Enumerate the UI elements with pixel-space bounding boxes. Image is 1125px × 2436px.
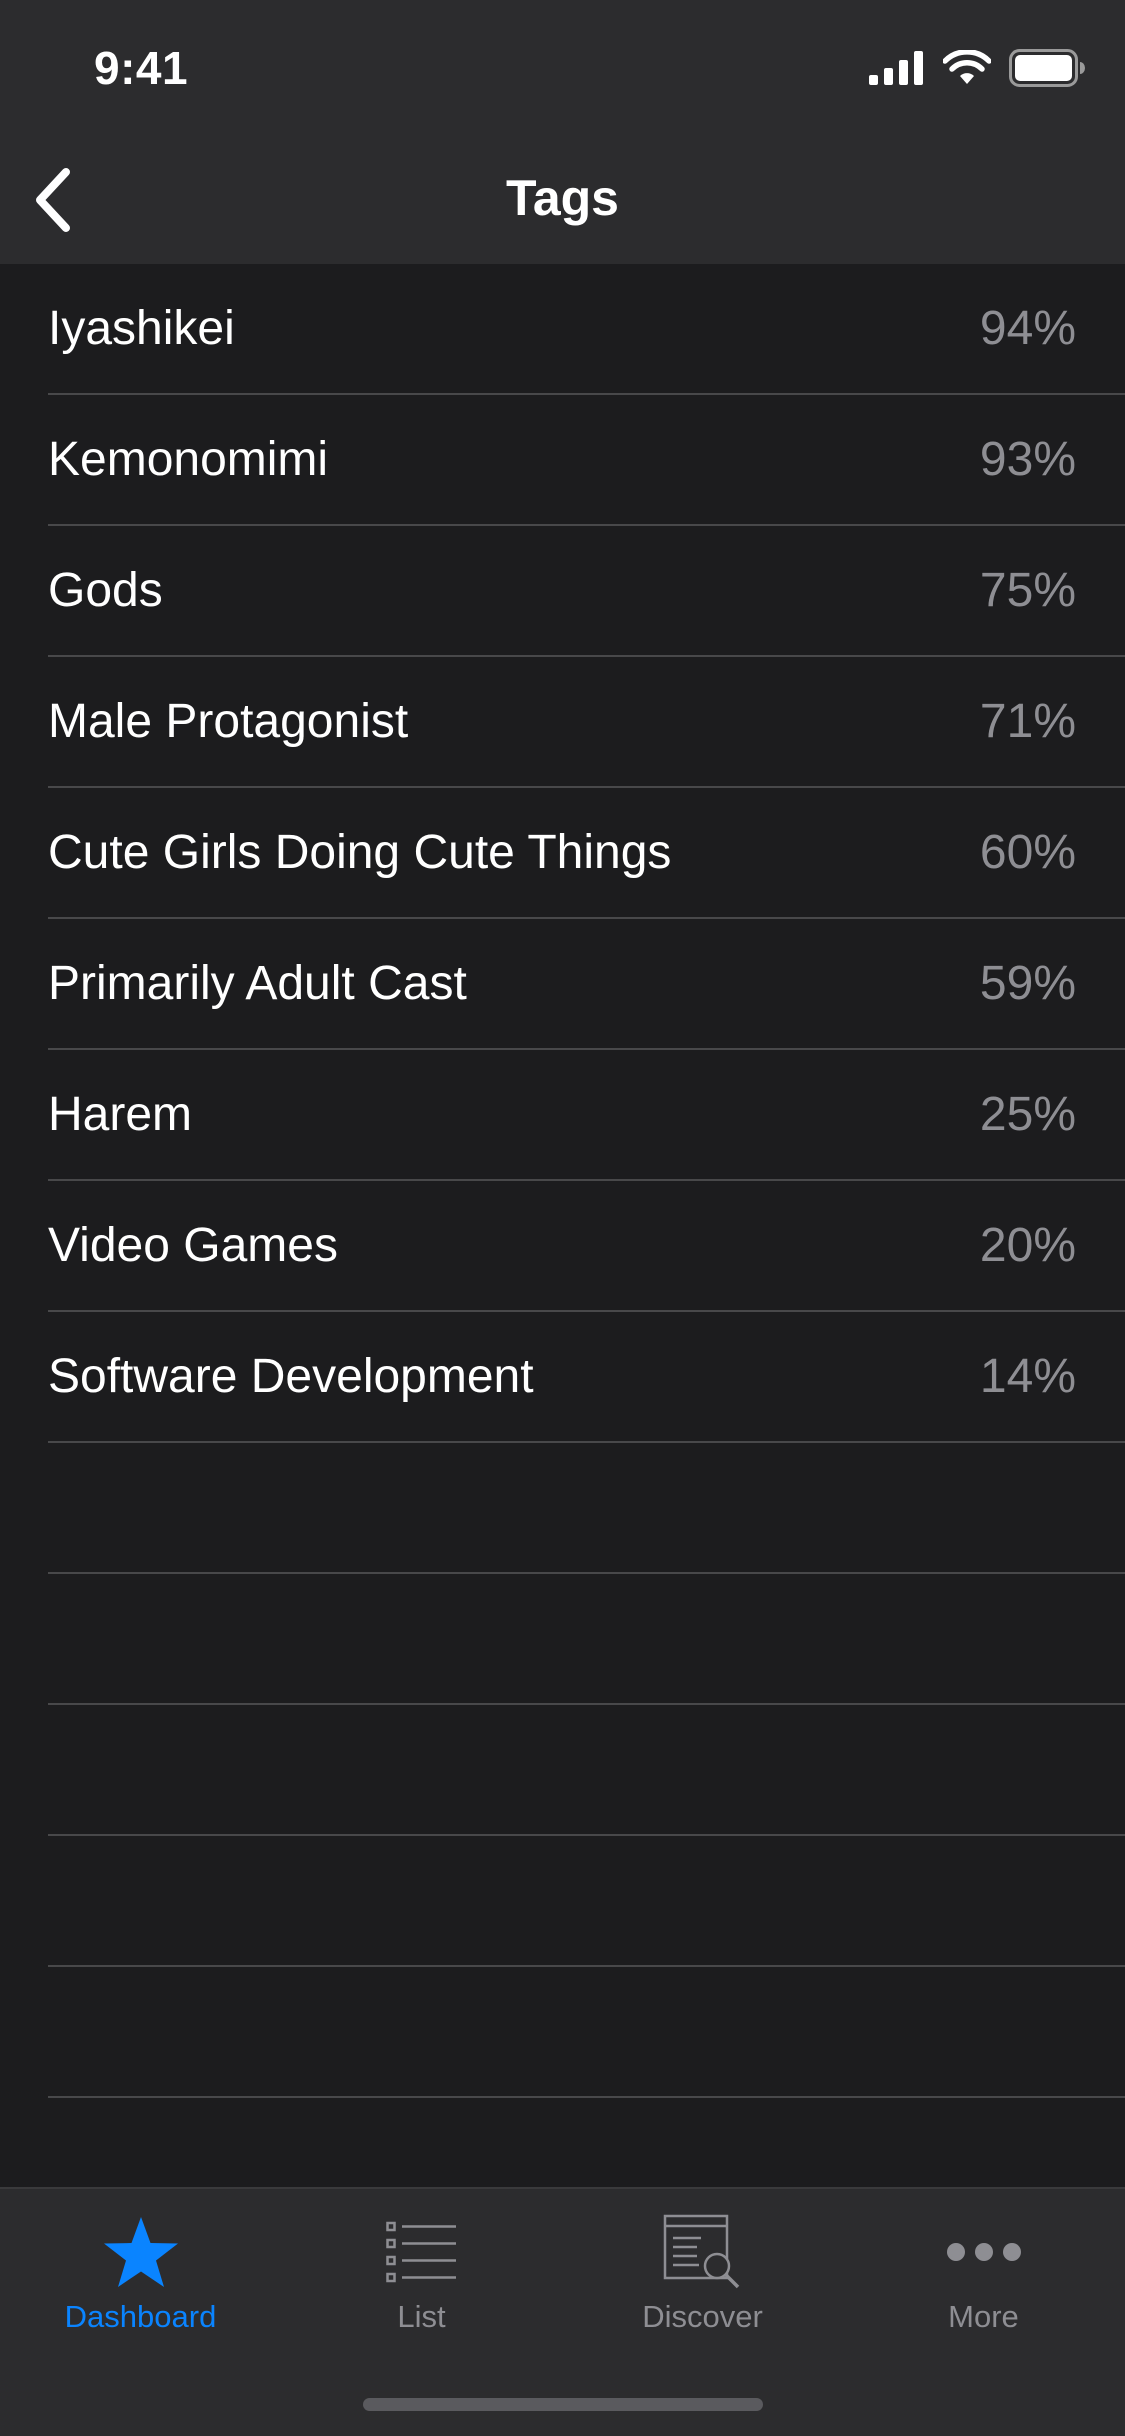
tag-name: Cute Girls Doing Cute Things bbox=[48, 826, 672, 879]
tab-discover[interactable]: Discover bbox=[562, 2209, 843, 2359]
tag-percent: 93% bbox=[979, 433, 1076, 486]
home-indicator bbox=[363, 2398, 763, 2411]
empty-row bbox=[48, 1705, 1125, 1836]
tag-percent: 20% bbox=[979, 1219, 1076, 1272]
empty-row bbox=[48, 1574, 1125, 1705]
tag-name: Kemonomimi bbox=[48, 433, 329, 486]
list-icon bbox=[385, 2221, 456, 2283]
tags-screen: 9:41 Tags Iyashikei 94% Kemonomimi 93% G… bbox=[0, 0, 1125, 2436]
tag-row[interactable]: Gods 75% bbox=[48, 526, 1125, 657]
star-icon bbox=[103, 2217, 178, 2287]
tag-percent: 60% bbox=[979, 826, 1076, 879]
tab-more[interactable]: More bbox=[843, 2209, 1124, 2359]
status-icons bbox=[869, 48, 1085, 88]
tag-row[interactable]: Iyashikei 94% bbox=[48, 264, 1125, 395]
tag-row[interactable]: Software Development 14% bbox=[48, 1312, 1125, 1443]
tag-percent: 25% bbox=[979, 1088, 1076, 1141]
tag-name: Primarily Adult Cast bbox=[48, 957, 467, 1010]
cellular-signal-icon bbox=[869, 51, 923, 85]
tag-name: Software Development bbox=[48, 1350, 534, 1403]
status-time: 9:41 bbox=[94, 42, 189, 94]
tag-row[interactable]: Video Games 20% bbox=[48, 1181, 1125, 1312]
empty-row bbox=[48, 1836, 1125, 1967]
tab-label: More bbox=[948, 2299, 1019, 2334]
tab-label: Discover bbox=[642, 2299, 763, 2334]
tag-name: Male Protagonist bbox=[48, 695, 409, 748]
tag-list: Iyashikei 94% Kemonomimi 93% Gods 75% Ma… bbox=[0, 264, 1125, 2229]
tag-percent: 59% bbox=[979, 957, 1076, 1010]
empty-row bbox=[48, 1967, 1125, 2098]
battery-icon bbox=[1009, 49, 1085, 87]
tag-row[interactable]: Harem 25% bbox=[48, 1050, 1125, 1181]
tag-percent: 14% bbox=[979, 1350, 1076, 1403]
tab-label: List bbox=[397, 2299, 446, 2334]
empty-row bbox=[48, 1443, 1125, 1574]
tag-percent: 75% bbox=[979, 564, 1076, 617]
tag-name: Iyashikei bbox=[48, 302, 235, 355]
tag-row[interactable]: Male Protagonist 71% bbox=[48, 657, 1125, 788]
tag-row[interactable]: Kemonomimi 93% bbox=[48, 395, 1125, 526]
tag-name: Harem bbox=[48, 1088, 193, 1141]
tab-label: Dashboard bbox=[64, 2299, 217, 2334]
tag-name: Gods bbox=[48, 564, 163, 617]
discover-icon bbox=[663, 2214, 739, 2289]
tag-name: Video Games bbox=[48, 1219, 338, 1272]
wifi-icon bbox=[943, 50, 991, 84]
page-title: Tags bbox=[506, 170, 619, 226]
tag-percent: 71% bbox=[979, 695, 1076, 748]
tag-percent: 94% bbox=[979, 302, 1076, 355]
tab-list[interactable]: List bbox=[281, 2209, 562, 2359]
ellipsis-icon bbox=[946, 2243, 1021, 2261]
tag-row[interactable]: Cute Girls Doing Cute Things 60% bbox=[48, 788, 1125, 919]
header: 9:41 Tags bbox=[0, 0, 1125, 264]
tag-row[interactable]: Primarily Adult Cast 59% bbox=[48, 919, 1125, 1050]
tab-dashboard[interactable]: Dashboard bbox=[0, 2209, 281, 2359]
